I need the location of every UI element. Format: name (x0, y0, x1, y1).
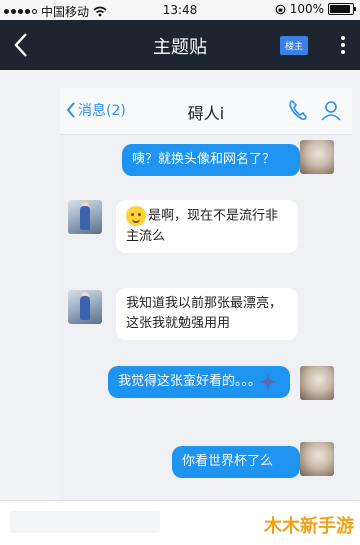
more-vertical-icon[interactable] (340, 33, 346, 57)
avatar[interactable] (300, 140, 334, 174)
top-nav: 主题贴 楼主 (0, 20, 360, 70)
message-bubble[interactable]: 你看世界杯了么 (172, 446, 300, 478)
op-badge[interactable]: 楼主 (279, 36, 308, 55)
message-bubble[interactable]: 是啊，现在不是流行非主流么 (116, 200, 298, 253)
message-bubble[interactable]: 我知道我以前那张最漂亮，这张我就勉强用用 (116, 288, 298, 340)
chat-screenshot: 消息(2) 碍人i 咦？就换头像和网名了？ 是啊，现在不是流行非主流么 我知道我… (60, 88, 352, 500)
message-text: 是啊，现在不是流行非主流么 (126, 208, 279, 244)
battery-area: 100% (275, 2, 356, 16)
avatar[interactable] (300, 442, 334, 476)
status-bar: 中国移动 13:48 100% (0, 0, 360, 20)
smile-emoji-icon (126, 206, 146, 226)
contact-name: 碍人i (187, 104, 225, 123)
chat-header: 消息(2) 碍人i (60, 88, 352, 135)
avatar[interactable] (300, 366, 334, 400)
watermark: 木木新手游 (264, 516, 354, 537)
message-bubble[interactable]: 咦？就换头像和网名了？ (122, 144, 300, 176)
profile-icon[interactable] (320, 99, 342, 121)
sparkle-sticker-icon (259, 373, 277, 391)
battery-percent: 100% (289, 2, 324, 16)
avatar[interactable] (68, 290, 102, 324)
battery-icon (328, 3, 356, 15)
reply-input[interactable] (10, 511, 160, 533)
rotation-lock-icon (275, 4, 286, 14)
avatar[interactable] (68, 200, 102, 234)
phone-icon[interactable] (288, 99, 308, 121)
battery-fill (330, 5, 350, 13)
